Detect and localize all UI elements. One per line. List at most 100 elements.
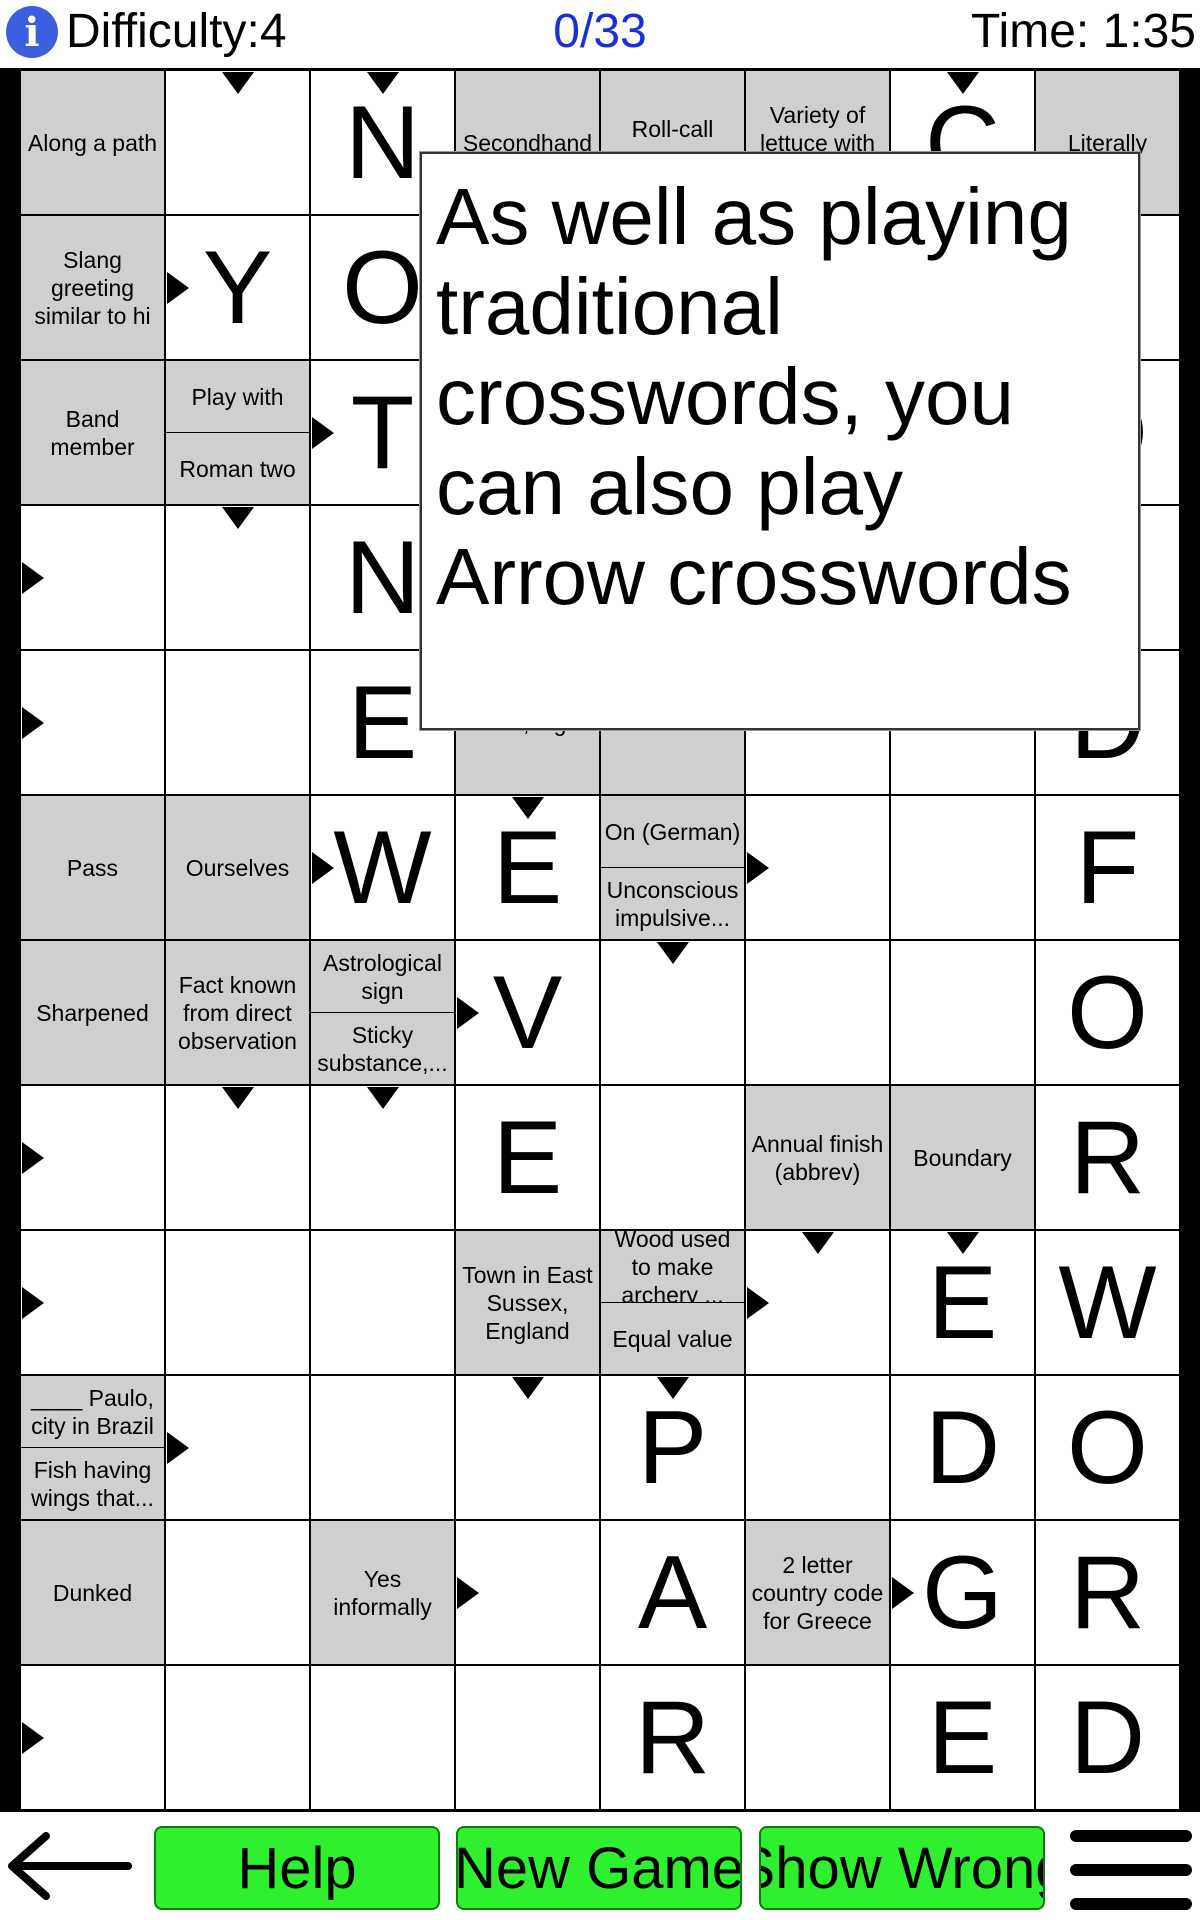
clue-text: On (German) <box>601 796 744 868</box>
right-arrow-icon <box>22 561 44 594</box>
tip-popup[interactable]: As well as playing traditional crossword… <box>420 152 1140 730</box>
hamburger-menu-icon[interactable] <box>1066 1830 1196 1910</box>
down-arrow-icon <box>221 507 254 529</box>
answer-cell[interactable] <box>890 795 1035 940</box>
down-arrow-icon <box>511 1377 544 1399</box>
answer-cell[interactable] <box>310 1665 455 1810</box>
right-arrow-icon <box>312 416 334 449</box>
clue-text: Annual finish (abbrev) <box>751 1130 884 1185</box>
cell-letter: F <box>1075 809 1140 926</box>
clue-text: Equal value <box>612 1325 733 1352</box>
down-arrow-icon <box>221 72 254 94</box>
clue-cell[interactable]: Slang greeting similar to hi <box>20 215 165 360</box>
down-arrow-icon <box>946 72 979 94</box>
answer-cell[interactable]: E <box>890 1665 1035 1810</box>
answer-cell[interactable]: W <box>1035 1230 1180 1375</box>
answer-cell[interactable] <box>600 1085 745 1230</box>
answer-cell[interactable]: A <box>600 1520 745 1665</box>
clue-text: Sticky substance,... <box>317 1021 448 1076</box>
clue-text: Ourselves <box>185 854 290 881</box>
down-arrow-icon <box>656 942 689 964</box>
help-button[interactable]: Help <box>154 1826 440 1910</box>
clue-text: ____ Paulo, city in Brazil <box>21 1376 164 1448</box>
clue-text: Boundary <box>913 1144 1012 1171</box>
answer-cell[interactable] <box>745 940 890 1085</box>
new-game-button[interactable]: New Game <box>456 1826 742 1910</box>
clue-text: Pass <box>66 854 119 881</box>
clue-cell[interactable]: Along a path <box>20 70 165 215</box>
clue-text: Along a path <box>27 129 158 156</box>
clue-cell[interactable]: Annual finish (abbrev) <box>745 1085 890 1230</box>
down-arrow-icon <box>946 1232 979 1254</box>
clue-text: Fact known from direct observation <box>178 971 297 1054</box>
clue-text: Astrological sign <box>311 941 454 1013</box>
clue-cell[interactable]: Sharpened <box>20 940 165 1085</box>
clue-text: Unconscious impulsive... <box>606 876 739 931</box>
clue-cell[interactable]: Yes informally <box>310 1520 455 1665</box>
clue-cell[interactable]: Fact known from direct observation <box>165 940 310 1085</box>
answer-cell[interactable] <box>165 650 310 795</box>
clue-cell[interactable]: Boundary <box>890 1085 1035 1230</box>
clue-cell[interactable]: Astrological sign Sticky substance,... <box>310 940 455 1085</box>
answer-cell[interactable] <box>165 1520 310 1665</box>
right-arrow-icon <box>22 1721 44 1754</box>
answer-cell[interactable]: R <box>600 1665 745 1810</box>
clue-text: Roman two <box>179 455 296 482</box>
clue-cell[interactable]: Wood used to make archery ... Equal value <box>600 1230 745 1375</box>
answer-cell[interactable]: O <box>1035 940 1180 1085</box>
answer-cell[interactable] <box>455 1665 600 1810</box>
clue-cell[interactable]: On (German) Unconscious impulsive... <box>600 795 745 940</box>
right-arrow-icon <box>22 1286 44 1319</box>
answer-cell[interactable]: F <box>1035 795 1180 940</box>
cell-letter: D <box>924 1389 1001 1506</box>
cell-letter: R <box>1069 1099 1146 1216</box>
answer-cell[interactable] <box>745 1665 890 1810</box>
answer-cell[interactable] <box>310 1230 455 1375</box>
right-arrow-icon <box>22 706 44 739</box>
cell-letter: E <box>492 1099 563 1216</box>
answer-cell[interactable]: D <box>1035 1665 1180 1810</box>
clue-text: Slang greeting similar to hi <box>34 246 151 329</box>
clue-cell[interactable]: 2 letter country code for Greece <box>745 1520 890 1665</box>
clue-cell[interactable]: Pass <box>20 795 165 940</box>
bottom-toolbar: Help New Game Show Wrong <box>0 1812 1200 1920</box>
top-bar: i Difficulty:4 0/33 Time: 1:35 <box>0 0 1200 68</box>
difficulty-label: Difficulty:4 <box>66 5 287 58</box>
cell-letter: W <box>1058 1244 1157 1361</box>
timer: Time: 1:35 <box>971 5 1196 58</box>
info-icon[interactable]: i <box>6 6 58 58</box>
answer-cell[interactable] <box>890 940 1035 1085</box>
clue-cell[interactable]: Band member <box>20 360 165 505</box>
back-arrow-icon[interactable] <box>0 1822 140 1910</box>
progress-counter: 0/33 <box>553 5 647 58</box>
answer-cell[interactable] <box>310 1375 455 1520</box>
answer-cell[interactable]: D <box>890 1375 1035 1520</box>
answer-cell[interactable] <box>165 1230 310 1375</box>
clue-text: Band member <box>50 405 135 460</box>
cell-letter: D <box>1069 1679 1146 1796</box>
answer-cell[interactable]: E <box>455 1085 600 1230</box>
cell-letter: R <box>1069 1534 1146 1651</box>
clue-cell[interactable]: Play with Roman two <box>165 360 310 505</box>
answer-cell[interactable] <box>165 1665 310 1810</box>
answer-cell[interactable]: O <box>1035 1375 1180 1520</box>
answer-cell[interactable]: R <box>1035 1520 1180 1665</box>
down-arrow-icon <box>221 1087 254 1109</box>
right-arrow-icon <box>167 1431 189 1464</box>
answer-cell[interactable] <box>745 1375 890 1520</box>
clue-text: Town in East Sussex, England <box>462 1261 593 1344</box>
clue-cell[interactable]: Town in East Sussex, England <box>455 1230 600 1375</box>
right-arrow-icon <box>167 271 189 304</box>
clue-text: Yes informally <box>333 1565 432 1620</box>
cell-letter: E <box>927 1679 998 1796</box>
cell-letter: A <box>637 1534 708 1651</box>
clue-cell[interactable]: ____ Paulo, city in Brazil Fish having wi… <box>20 1375 165 1520</box>
down-arrow-icon <box>656 1377 689 1399</box>
clue-cell[interactable]: Dunked <box>20 1520 165 1665</box>
right-arrow-icon <box>22 1141 44 1174</box>
right-arrow-icon <box>457 1576 479 1609</box>
clue-text: Play with <box>166 361 309 433</box>
answer-cell[interactable]: R <box>1035 1085 1180 1230</box>
show-wrong-button[interactable]: Show Wrong <box>759 1826 1045 1910</box>
clue-cell[interactable]: Ourselves <box>165 795 310 940</box>
